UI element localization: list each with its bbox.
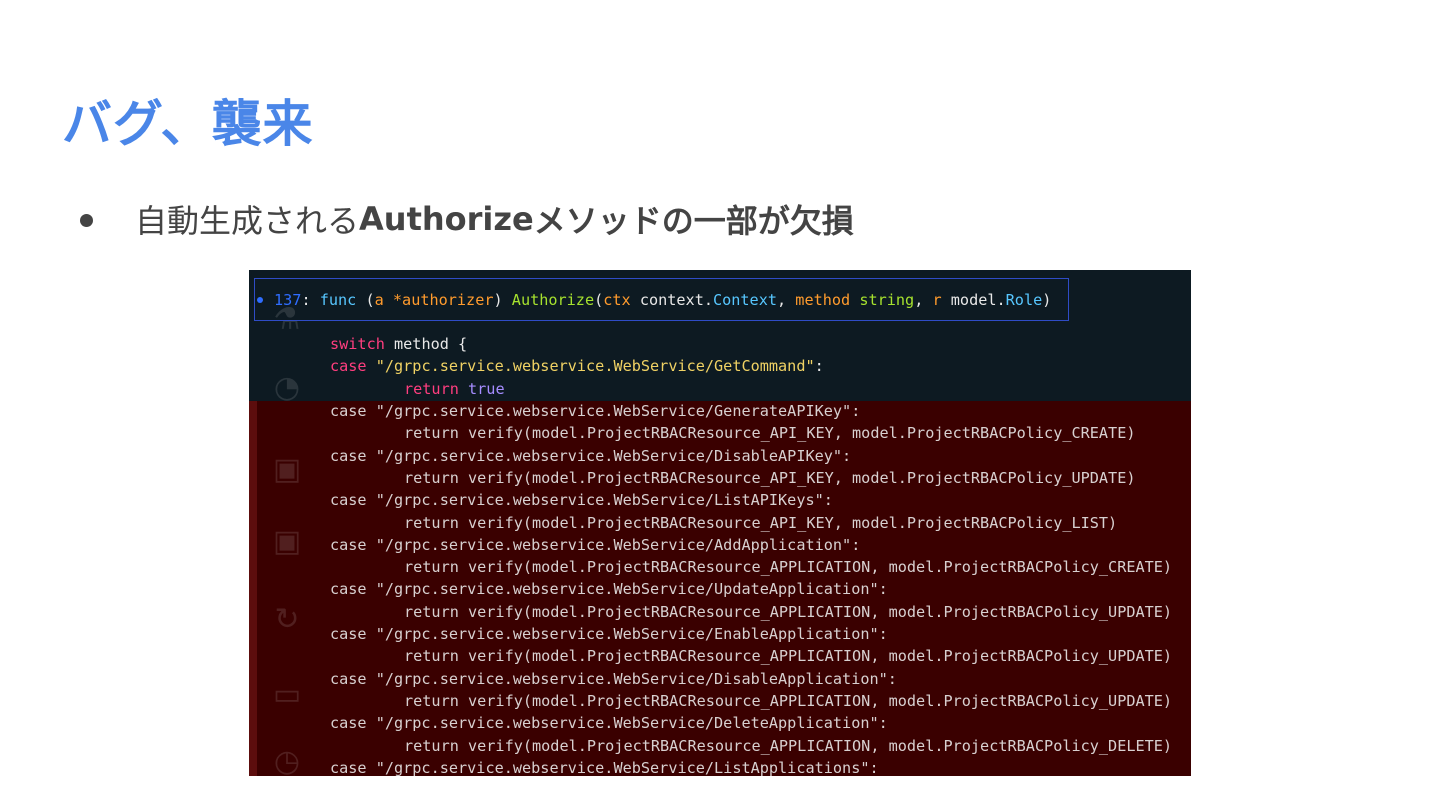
code-block: 137: func (a *authorizer) Authorize(ctx … xyxy=(249,270,1172,776)
case-line: case "/grpc.service.webservice.WebServic… xyxy=(330,535,861,554)
return-line: return verify(model.ProjectRBACResource_… xyxy=(404,424,1136,443)
signature-line: 137: func (a *authorizer) Authorize(ctx … xyxy=(274,289,1051,311)
case-line: case "/grpc.service.webservice.WebServic… xyxy=(330,669,897,688)
sig-comma2: , xyxy=(914,291,933,309)
return-line: return verify(model.ProjectRBACResource_… xyxy=(404,602,1173,621)
sig-arg1-name: ctx xyxy=(603,291,631,309)
switch-rest: method { xyxy=(384,335,468,353)
case-line: case "/grpc.service.webservice.WebServic… xyxy=(330,491,833,510)
return-line: return verify(model.ProjectRBACResource_… xyxy=(404,647,1173,666)
sig-arg2-name: method xyxy=(795,291,851,309)
sig-func-kw: func xyxy=(319,291,357,309)
return-line: return verify(model.ProjectRBACResource_… xyxy=(404,468,1136,487)
sig-close: ) xyxy=(493,291,512,309)
share-icon: ↻ xyxy=(274,602,300,637)
sig-args-open: ( xyxy=(594,291,604,309)
return-line: return verify(model.ProjectRBACResource_… xyxy=(404,736,1173,755)
bullet-text-suffix: メソッドの一部が欠損 xyxy=(533,202,854,240)
return-line: return verify(model.ProjectRBACResource_… xyxy=(404,513,1118,532)
bullet-dot-icon xyxy=(80,213,93,227)
sig-args-close: ) xyxy=(1042,291,1052,309)
clock-icon: ◷ xyxy=(273,744,301,776)
first-return-line: return true xyxy=(404,378,505,400)
sig-comma1: , xyxy=(777,291,796,309)
sig-recv-name: a xyxy=(374,291,384,309)
bullet-text-bold: Authorize xyxy=(359,200,534,238)
switch-kw: switch xyxy=(330,335,385,353)
switch-line: switch method { xyxy=(330,333,467,355)
first-case-colon: : xyxy=(814,357,824,375)
case-line: case "/grpc.service.webservice.WebServic… xyxy=(330,625,888,643)
bullet-text-prefix: 自動生成される xyxy=(135,202,360,240)
return-kw: return xyxy=(404,380,459,398)
case-line: case "/grpc.service.webservice.WebServic… xyxy=(330,714,888,733)
sig-arg2-type: string xyxy=(850,291,915,309)
case-line: case "/grpc.service.webservice.WebServic… xyxy=(330,758,879,776)
first-case-line: case "/grpc.service.webservice.WebServic… xyxy=(330,355,824,377)
bullet-item: 自動生成される Authorize メソッドの一部が欠損 xyxy=(80,196,854,242)
case-line: case "/grpc.service.webservice.WebServic… xyxy=(330,402,861,420)
sig-arg3-name: r xyxy=(932,291,942,309)
sig-open: ( xyxy=(356,291,375,309)
sig-recv-type: *authorizer xyxy=(383,291,494,309)
first-case-kw: case xyxy=(330,357,367,375)
case-line: case "/grpc.service.webservice.WebServic… xyxy=(330,446,852,465)
sig-arg3-type: Role xyxy=(1005,291,1043,309)
sig-arg1-pkg: context. xyxy=(630,291,713,309)
case-line: case "/grpc.service.webservice.WebServic… xyxy=(330,580,888,599)
sig-arg3-pkg: model. xyxy=(941,291,1006,309)
return-line: return verify(model.ProjectRBACResource_… xyxy=(404,691,1173,710)
code-screenshot: ⚗ ◔ ▣ ▣ ↻ ▭ ◷ 137: func (a *authorizer) … xyxy=(249,270,1191,776)
return-line: return verify(model.ProjectRBACResource_… xyxy=(404,558,1173,577)
first-case-str: "/grpc.service.webservice.WebService/Get… xyxy=(366,357,815,375)
sig-arg1-type: Context xyxy=(712,291,777,309)
sig-method-name: Authorize xyxy=(511,291,595,309)
line-number: 137 xyxy=(274,291,302,309)
api-icon: ▭ xyxy=(272,677,302,712)
sig-colon: : xyxy=(301,291,320,309)
slide-title: バグ、襲来 xyxy=(62,95,314,153)
return-true: true xyxy=(458,380,505,398)
